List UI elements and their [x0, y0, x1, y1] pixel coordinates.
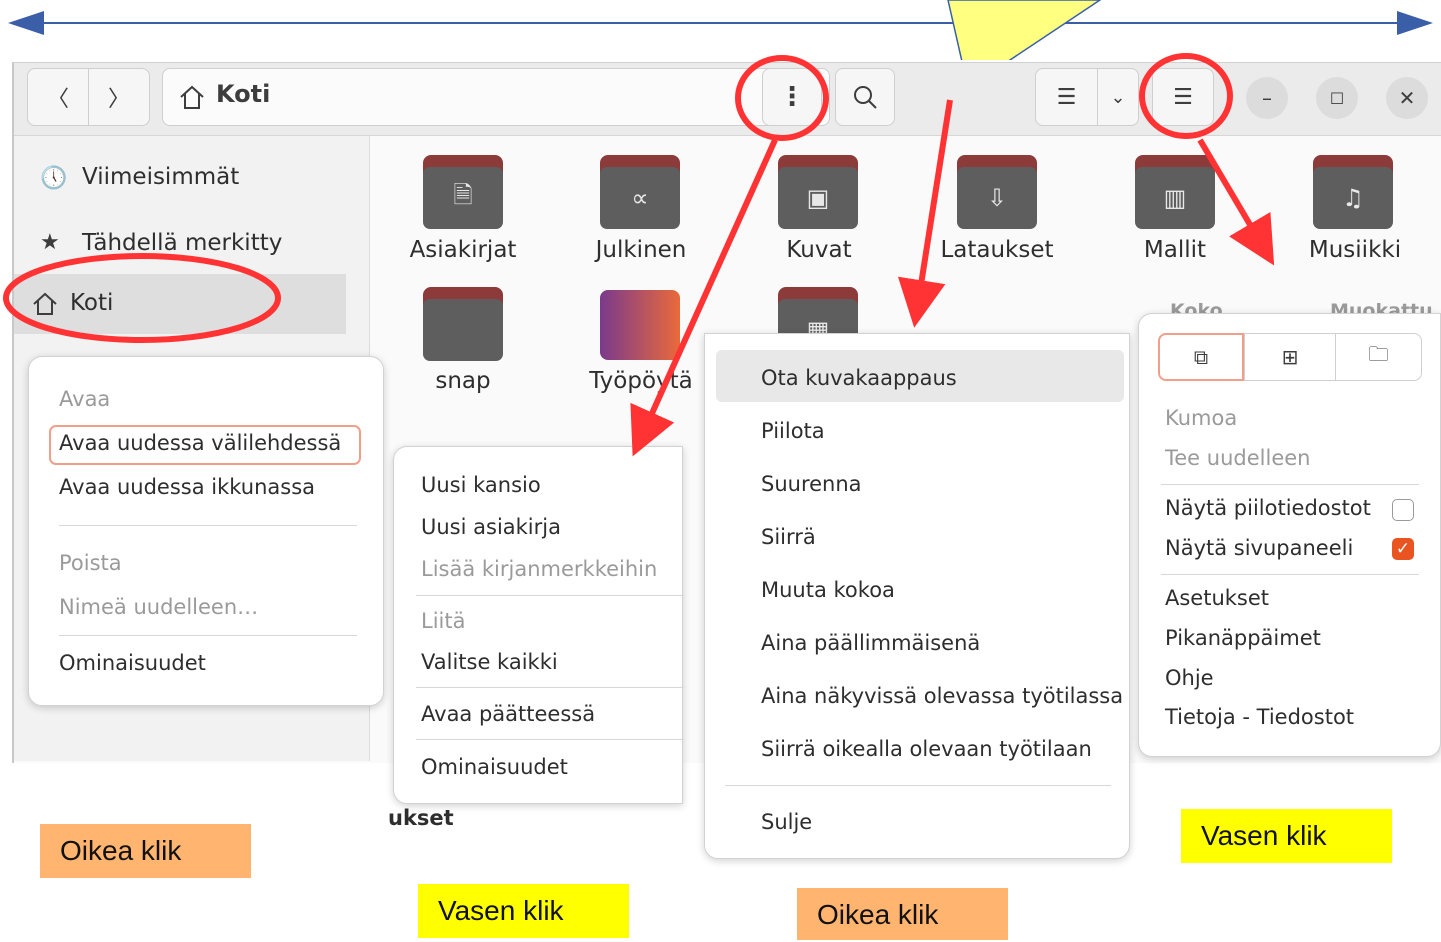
caption-left-click: Vasen klik: [1181, 809, 1392, 863]
caption-right-click: Oikea klik: [797, 888, 1008, 940]
annotation-layer: [3, 53, 1275, 457]
caption-left-click: Vasen klik: [418, 884, 629, 938]
caption-right-click: Oikea klik: [40, 824, 251, 878]
